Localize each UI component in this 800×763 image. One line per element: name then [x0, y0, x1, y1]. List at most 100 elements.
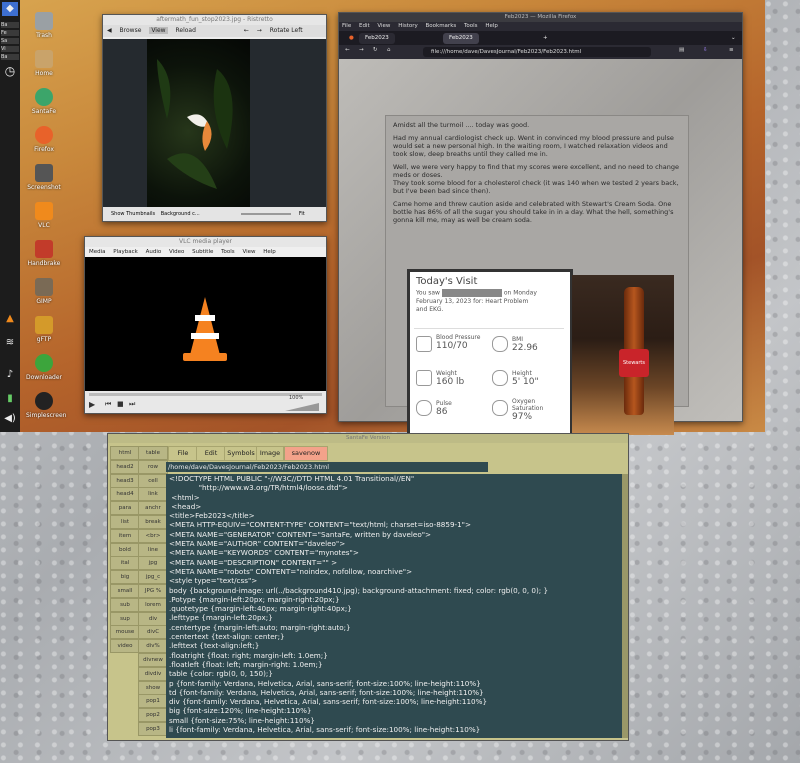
tag-button[interactable]: div [138, 611, 168, 626]
new-tab-icon[interactable]: + [537, 33, 554, 44]
tag-button[interactable]: pop1 [138, 694, 168, 709]
tag-button[interactable]: jpg [138, 556, 168, 571]
desktop-icon-screenshot[interactable]: Screenshot [26, 164, 62, 191]
menu-icon[interactable]: ◆ [2, 2, 18, 16]
tag-button[interactable]: divdiv [138, 666, 168, 681]
clock-icon[interactable]: ◷ [2, 64, 18, 78]
next-icon[interactable]: → [257, 27, 262, 34]
prev-icon[interactable]: ← [244, 27, 249, 34]
url-bar[interactable]: file:///home/dave/DavesJournal/Feb2023/F… [423, 47, 651, 57]
task-item[interactable]: Fe [1, 30, 19, 36]
menu-media[interactable]: Media [89, 249, 106, 255]
tab-list-icon[interactable]: ⌄ [725, 33, 742, 44]
tag-button[interactable]: jpg_c [138, 570, 168, 585]
menu-history[interactable]: History [398, 23, 418, 29]
tag-button[interactable]: line [138, 542, 168, 557]
desktop-icon-santafe[interactable]: SantaFe [26, 88, 62, 115]
browse-button[interactable]: Browse [120, 27, 142, 34]
desktop-icon-gimp[interactable]: GIMP [26, 278, 62, 305]
reload-button[interactable]: Reload [176, 27, 196, 34]
desktop-icon-simplescreen[interactable]: Simplescreen [26, 392, 66, 419]
tag-button[interactable]: mouse [110, 625, 140, 640]
volume-slider[interactable] [285, 403, 319, 411]
tag-button[interactable]: show [138, 680, 168, 695]
menu-symbols[interactable]: Symbols [224, 446, 258, 461]
stop-icon[interactable]: ■ [117, 400, 124, 408]
desktop-icon-gftp[interactable]: gFTP [26, 316, 62, 343]
task-item[interactable]: Ba [1, 22, 19, 28]
tag-button[interactable]: sub [110, 597, 140, 612]
home-icon[interactable]: ⌂ [387, 47, 391, 53]
show-thumbnails-button[interactable]: Show Thumbnails [111, 211, 155, 217]
download-icon[interactable]: ⇩ [703, 47, 708, 53]
tag-button[interactable]: head4 [110, 487, 140, 502]
menu-audio[interactable]: Audio [146, 249, 162, 255]
menu-bookmarks[interactable]: Bookmarks [426, 23, 457, 29]
menu-view[interactable]: View [377, 23, 390, 29]
task-item[interactable]: Ba [1, 54, 19, 60]
tag-button[interactable]: para [110, 501, 140, 516]
zoom-slider[interactable] [241, 212, 292, 215]
code-editor[interactable]: <!DOCTYPE HTML PUBLIC "-//W3C//DTD HTML … [166, 474, 625, 738]
menu-file[interactable]: File [342, 23, 351, 29]
file-path-field[interactable]: /home/dave/DavesJournal/Feb2023/Feb2023.… [166, 462, 488, 472]
menu-tools[interactable]: Tools [221, 249, 235, 255]
reader-icon[interactable]: ▤ [679, 47, 684, 53]
scrollbar[interactable] [622, 474, 628, 738]
tag-button[interactable]: row [138, 459, 168, 474]
tag-button[interactable]: big [110, 570, 140, 585]
tag-button[interactable]: sup [110, 611, 140, 626]
desktop-icon-vlc[interactable]: VLC [26, 202, 62, 229]
menu-icon[interactable]: ≡ [729, 47, 734, 53]
tag-button[interactable]: head2 [110, 459, 140, 474]
prev-icon[interactable]: ⏮ [105, 400, 111, 409]
menu-file[interactable]: File [168, 446, 198, 461]
tag-button[interactable]: pop2 [138, 708, 168, 723]
tag-button[interactable]: break [138, 515, 168, 529]
menu-playback[interactable]: Playback [113, 249, 138, 255]
tab-feb2023-1[interactable]: Feb2023 [359, 33, 395, 44]
tag-button[interactable]: JPG % [138, 584, 168, 598]
view-button[interactable]: View [149, 27, 168, 34]
back-icon[interactable]: ← [345, 47, 350, 53]
menu-help[interactable]: Help [263, 249, 276, 255]
menu-image[interactable]: Image [256, 446, 284, 461]
tag-button[interactable]: small [110, 584, 140, 598]
tag-button[interactable]: video [110, 639, 140, 654]
battery-icon[interactable]: ▮ [2, 392, 18, 406]
savenow-button[interactable]: savenow [284, 446, 328, 461]
desktop-icon-firefox[interactable]: Firefox [26, 126, 62, 153]
back-icon[interactable]: ◀ [107, 27, 112, 34]
firefox-view-icon[interactable]: ● [343, 33, 360, 44]
wifi-icon[interactable]: ≋ [2, 336, 18, 350]
forward-icon[interactable]: → [359, 47, 364, 53]
volume-icon[interactable]: ◀) [2, 412, 18, 426]
menu-help[interactable]: Help [485, 23, 498, 29]
menu-view[interactable]: View [242, 249, 255, 255]
tag-button[interactable]: table [138, 446, 168, 460]
tag-button[interactable]: pop3 [138, 722, 168, 736]
tag-button[interactable]: bold [110, 542, 140, 557]
tag-button[interactable]: ital [110, 556, 140, 571]
task-item[interactable]: Sa [1, 38, 19, 44]
tag-button[interactable]: div% [138, 639, 168, 654]
desktop-icon-home[interactable]: Home [26, 50, 62, 77]
next-icon[interactable]: ⏭ [129, 400, 135, 409]
desktop-icon-downloader[interactable]: Downloader [26, 354, 62, 381]
tag-button[interactable]: list [110, 515, 140, 529]
tag-button[interactable]: head3 [110, 473, 140, 488]
vlc-tray-icon[interactable]: ▲ [2, 312, 18, 326]
menu-edit[interactable]: Edit [196, 446, 226, 461]
menu-edit[interactable]: Edit [359, 23, 370, 29]
tag-button[interactable]: lorem [138, 597, 168, 612]
tag-button[interactable]: anchr [138, 501, 168, 516]
menu-video[interactable]: Video [169, 249, 184, 255]
reload-icon[interactable]: ↻ [373, 47, 378, 53]
tag-button[interactable]: <br> [138, 528, 168, 543]
rotate-left-button[interactable]: Rotate Left [270, 27, 303, 34]
task-item[interactable]: Vi [1, 46, 19, 52]
menu-tools[interactable]: Tools [464, 23, 478, 29]
play-icon[interactable]: ▶ [89, 400, 95, 409]
tag-button[interactable]: link [138, 487, 168, 502]
menu-subtitle[interactable]: Subtitle [192, 249, 213, 255]
